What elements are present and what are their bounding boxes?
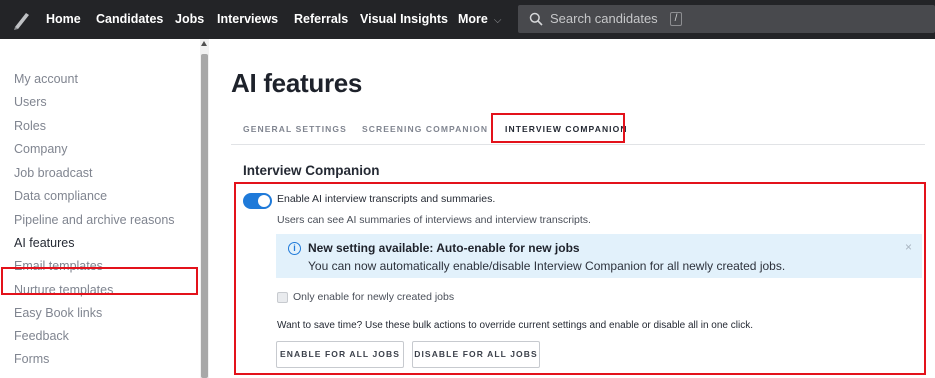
- info-icon: i: [288, 242, 301, 255]
- page-title: AI features: [231, 68, 363, 98]
- sidebar-item-pipeline-archive-reasons[interactable]: Pipeline and archive reasons: [14, 213, 175, 227]
- active-item-highlight: [1, 267, 198, 295]
- nav-referrals[interactable]: Referrals: [294, 0, 348, 39]
- sidebar-item-company[interactable]: Company: [14, 142, 68, 156]
- nav-visual-insights[interactable]: Visual Insights: [360, 0, 448, 39]
- search-input[interactable]: Search candidates /: [518, 5, 935, 33]
- logo-icon[interactable]: [12, 10, 32, 30]
- sidebar-item-feedback[interactable]: Feedback: [14, 329, 69, 343]
- sidebar-item-forms[interactable]: Forms: [14, 352, 49, 366]
- tab-screening-companion[interactable]: SCREENING COMPANION: [362, 124, 488, 134]
- info-banner: i New setting available: Auto-enable for…: [276, 234, 922, 278]
- bulk-actions-text: Want to save time? Use these bulk action…: [277, 320, 753, 331]
- toggle-knob: [258, 195, 270, 207]
- sidebar-item-ai-features[interactable]: AI features: [14, 236, 74, 250]
- active-tab-highlight: [491, 113, 625, 143]
- checkbox-label: Only enable for newly created jobs: [293, 291, 455, 303]
- sidebar-item-my-account[interactable]: My account: [14, 72, 78, 86]
- sidebar-item-job-broadcast[interactable]: Job broadcast: [14, 166, 93, 180]
- toggle-description: Users can see AI summaries of interviews…: [277, 214, 591, 226]
- tab-general-settings[interactable]: GENERAL SETTINGS: [243, 124, 347, 134]
- enable-all-jobs-button[interactable]: ENABLE FOR ALL JOBS: [276, 341, 404, 368]
- nav-candidates[interactable]: Candidates: [96, 0, 163, 39]
- nav-more-label: More: [458, 12, 488, 26]
- toggle-label: Enable AI interview transcripts and summ…: [277, 193, 496, 205]
- search-icon: [529, 12, 543, 26]
- settings-sidebar: My account Users Roles Company Job broad…: [0, 39, 210, 378]
- sidebar-item-users[interactable]: Users: [14, 95, 47, 109]
- nav-home[interactable]: Home: [46, 0, 81, 39]
- close-icon[interactable]: ×: [905, 240, 912, 254]
- chevron-down-icon: ⌵: [493, 15, 502, 26]
- banner-title: New setting available: Auto-enable for n…: [308, 241, 580, 255]
- disable-all-jobs-button[interactable]: DISABLE FOR ALL JOBS: [412, 341, 540, 368]
- sidebar-item-easy-book-links[interactable]: Easy Book links: [14, 306, 102, 320]
- new-jobs-only-checkbox[interactable]: [277, 292, 288, 303]
- nav-more[interactable]: More ⌵: [458, 0, 501, 39]
- sidebar-item-roles[interactable]: Roles: [14, 119, 46, 133]
- section-title: Interview Companion: [243, 163, 380, 178]
- sidebar-item-data-compliance[interactable]: Data compliance: [14, 189, 107, 203]
- search-placeholder: Search candidates: [550, 11, 658, 26]
- scrollbar-thumb[interactable]: [201, 54, 208, 378]
- top-nav: Home Candidates Jobs Interviews Referral…: [0, 0, 935, 39]
- nav-interviews[interactable]: Interviews: [217, 0, 278, 39]
- search-shortcut-badge: /: [670, 12, 682, 26]
- sidebar-scrollbar[interactable]: [200, 39, 209, 378]
- scroll-up-arrow-icon[interactable]: [201, 41, 207, 46]
- banner-text: You can now automatically enable/disable…: [308, 259, 786, 273]
- nav-jobs[interactable]: Jobs: [175, 0, 204, 39]
- ai-transcripts-toggle[interactable]: [243, 193, 272, 209]
